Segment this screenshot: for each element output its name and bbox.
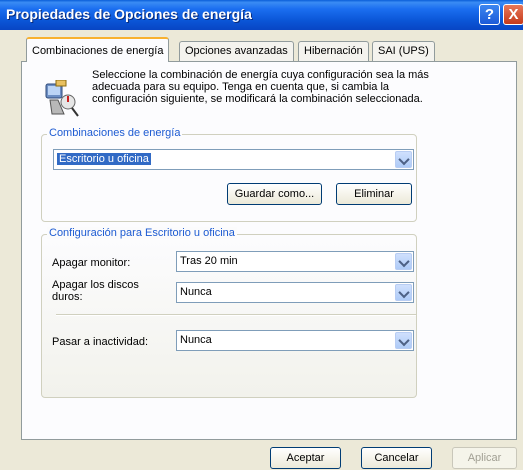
delete-button[interactable]: Eliminar (336, 183, 412, 205)
scheme-settings-group-title: Configuración para Escritorio u oficina (47, 227, 237, 239)
tab-hibernate[interactable]: Hibernación (298, 41, 369, 61)
standby-label: Pasar a inactividad: (52, 336, 148, 348)
power-scheme-select-value: Escritorio u oficina (57, 153, 151, 165)
power-options-window: Propiedades de Opciones de energía ? X C… (0, 0, 523, 470)
tab-power-schemes[interactable]: Combinaciones de energía (26, 37, 170, 62)
power-schemes-group-title: Combinaciones de energía (47, 127, 183, 139)
monitor-off-value: Tras 20 min (180, 255, 238, 267)
standby-value: Nunca (180, 334, 212, 346)
window-title: Propiedades de Opciones de energía (6, 6, 252, 22)
chevron-down-icon[interactable] (395, 151, 412, 168)
save-as-button[interactable]: Guardar como... (227, 183, 322, 205)
intro-text: Seleccione la combinación de energía cuy… (92, 69, 429, 105)
chevron-down-icon[interactable] (395, 332, 412, 349)
monitor-off-select[interactable]: Tras 20 min (176, 251, 414, 272)
standby-select[interactable]: Nunca (176, 330, 414, 351)
help-button[interactable]: ? (479, 4, 500, 25)
scheme-settings-group: Configuración para Escritorio u oficina … (41, 227, 417, 398)
monitor-label: Apagar monitor: (52, 257, 131, 269)
apply-button[interactable]: Aplicar (452, 447, 517, 469)
chevron-down-icon[interactable] (395, 253, 412, 270)
chevron-down-icon[interactable] (395, 284, 412, 301)
close-button[interactable]: X (503, 4, 523, 25)
power-scheme-select[interactable]: Escritorio u oficina (53, 149, 414, 170)
power-schemes-icon (45, 80, 79, 117)
settings-divider (56, 314, 416, 316)
disks-label: Apagar los discos duros: (52, 279, 139, 303)
title-bar[interactable]: Propiedades de Opciones de energía ? X (0, 0, 523, 30)
tab-panel: Seleccione la combinación de energía cuy… (21, 61, 517, 440)
tab-ups[interactable]: SAI (UPS) (372, 41, 435, 61)
disks-off-value: Nunca (180, 286, 212, 298)
power-schemes-group: Combinaciones de energía Escritorio u of… (41, 127, 417, 222)
cancel-button[interactable]: Cancelar (361, 447, 432, 469)
tab-advanced[interactable]: Opciones avanzadas (179, 41, 294, 61)
ok-button[interactable]: Aceptar (270, 447, 341, 469)
disks-off-select[interactable]: Nunca (176, 282, 414, 303)
